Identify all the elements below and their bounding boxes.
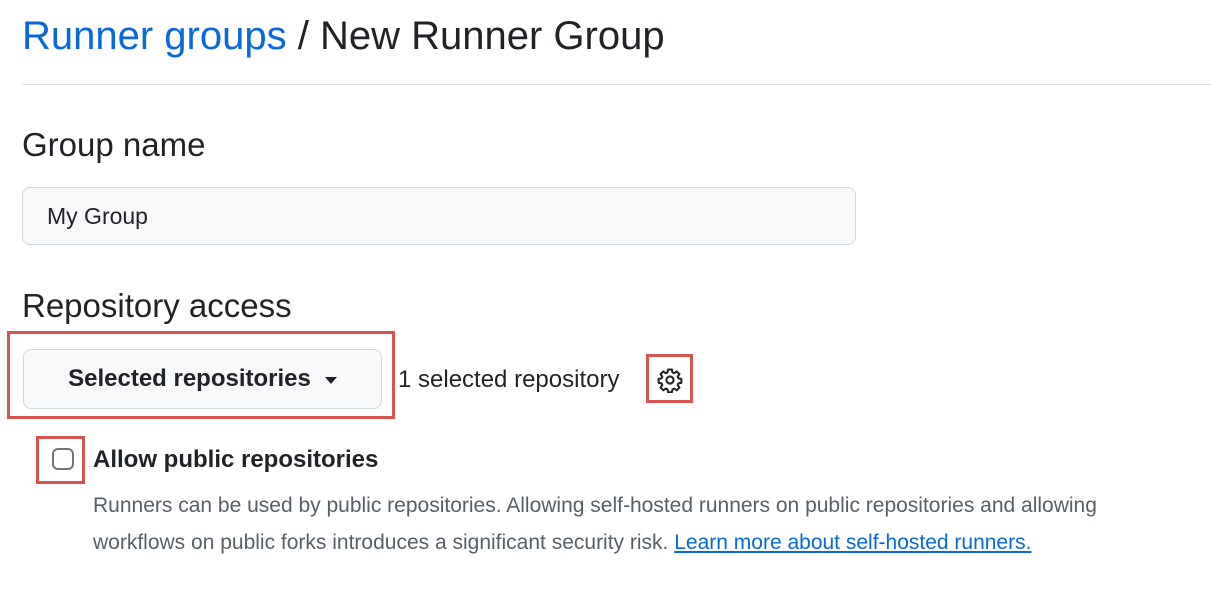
repository-access-select[interactable]: Selected repositories xyxy=(23,349,382,409)
learn-more-link[interactable]: Learn more about self-hosted runners. xyxy=(674,531,1031,554)
selected-repository-count: 1 selected repository xyxy=(398,366,620,393)
allow-public-repos-label[interactable]: Allow public repositories xyxy=(93,444,378,476)
public-repos-help-text: Runners can be used by public repositori… xyxy=(93,487,1193,561)
repository-access-heading: Repository access xyxy=(22,287,292,324)
header-divider xyxy=(22,84,1211,85)
breadcrumb: Runner groups / New Runner Group xyxy=(22,8,665,64)
breadcrumb-runner-groups-link[interactable]: Runner groups xyxy=(22,14,287,58)
repository-access-select-label: Selected repositories xyxy=(68,365,311,392)
page-title: New Runner Group xyxy=(319,14,665,58)
group-name-input[interactable] xyxy=(22,187,856,245)
group-name-heading: Group name xyxy=(22,126,206,163)
breadcrumb-separator: / xyxy=(286,14,320,58)
repository-settings-button[interactable] xyxy=(652,362,688,398)
allow-public-repos-checkbox[interactable] xyxy=(52,448,74,470)
gear-icon xyxy=(657,368,683,393)
caret-down-icon xyxy=(324,377,337,384)
